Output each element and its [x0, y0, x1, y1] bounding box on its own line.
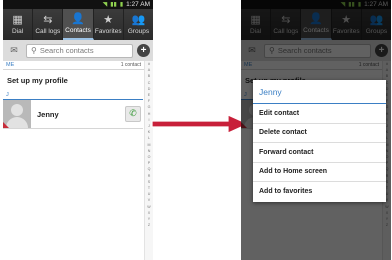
add-contact-button[interactable]: +: [137, 44, 150, 57]
battery-icon: ▮: [119, 1, 124, 8]
contact-list: ME 1 contact Set up my profile J Jenny ✆…: [3, 61, 153, 260]
list-item[interactable]: Jenny ✆: [3, 100, 143, 129]
contacts-screen: ◥ ▮▮ ▮ 1:27 AM ▦ Dial ⇆ Call logs 👤 Cont…: [3, 0, 153, 260]
contacts-screen-with-menu: ◥ ▮▮ ▮ 1:27 AM ▦ Dial ⇆ Call logs 👤 Cont…: [241, 0, 391, 260]
favorites-icon: ★: [103, 13, 114, 26]
red-arrow: [151, 114, 250, 134]
menu-item-delete-contact[interactable]: Delete contact: [253, 124, 386, 143]
me-section-header: ME 1 contact: [3, 61, 153, 70]
menu-item-forward-contact[interactable]: Forward contact: [253, 143, 386, 163]
tab-label: Favorites: [94, 28, 122, 35]
menu-item-add-to-favorites[interactable]: Add to favorites: [253, 182, 386, 202]
tab-favorites[interactable]: ★ Favorites: [94, 9, 124, 40]
message-icon[interactable]: ✉: [6, 45, 22, 57]
avatar[interactable]: [3, 100, 31, 128]
status-bar: ◥ ▮▮ ▮ 1:27 AM: [3, 0, 153, 9]
alpha-index-letter[interactable]: Z: [148, 222, 150, 228]
context-menu-dialog: Jenny Edit contact Delete contact Forwar…: [253, 80, 386, 202]
contacts-icon: 👤: [71, 12, 85, 25]
dialpad-icon: ▦: [12, 13, 23, 26]
tab-call-logs[interactable]: ⇆ Call logs: [33, 9, 64, 40]
menu-item-add-to-home-screen[interactable]: Add to Home screen: [253, 163, 386, 182]
me-contact-count: 1 contact: [120, 62, 141, 68]
tab-label: Dial: [12, 28, 24, 35]
call-button[interactable]: ✆: [125, 106, 141, 122]
search-icon: ⚲: [31, 46, 37, 55]
dialog-title: Jenny: [253, 80, 386, 104]
setup-profile-row[interactable]: Set up my profile: [3, 70, 153, 91]
me-header-label: ME: [6, 62, 15, 68]
tab-dial[interactable]: ▦ Dial: [3, 9, 34, 40]
tab-label: Contacts: [65, 27, 91, 34]
contact-name: Jenny: [37, 109, 59, 119]
section-header-j: J: [3, 91, 143, 100]
groups-icon: 👥: [131, 13, 146, 26]
search-placeholder: Search contacts: [39, 46, 94, 55]
status-time: 1:27 AM: [126, 1, 150, 8]
search-input[interactable]: ⚲ Search contacts: [26, 43, 133, 58]
tab-label: Call logs: [35, 28, 61, 35]
tab-contacts[interactable]: 👤 Contacts: [63, 9, 94, 40]
call-logs-icon: ⇆: [43, 13, 53, 26]
search-row: ✉ ⚲ Search contacts +: [3, 40, 153, 61]
menu-item-edit-contact[interactable]: Edit contact: [253, 104, 386, 124]
tab-groups[interactable]: 👥 Groups: [124, 9, 153, 40]
tab-bar: ▦ Dial ⇆ Call logs 👤 Contacts ★ Favorite…: [3, 9, 153, 40]
wifi-icon: ◥: [102, 1, 108, 8]
signal-icon: ▮▮: [110, 1, 117, 8]
alpha-index-scrollbar[interactable]: #ABCDEFGHIJKLMNOPQRSTUVWXYZ: [144, 61, 153, 260]
tab-label: Groups: [127, 28, 150, 35]
